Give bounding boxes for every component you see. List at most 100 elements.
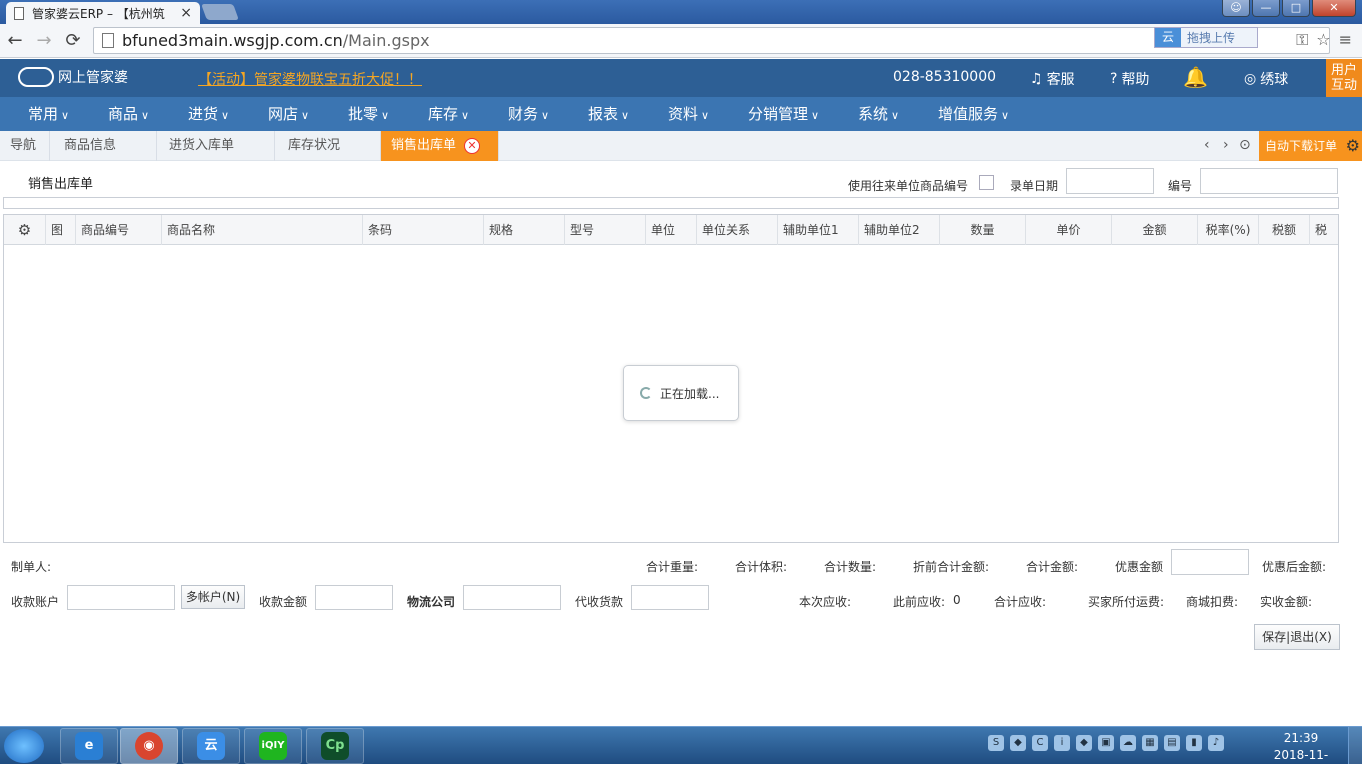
receive-amount-input[interactable] <box>315 585 393 610</box>
clock[interactable]: 21:39 2018-11-29 <box>1268 730 1334 764</box>
taskbar-captivate[interactable]: Cp <box>306 728 364 764</box>
user-interaction-button[interactable]: 用户 互动 <box>1326 59 1362 97</box>
tab-purchase-receipt[interactable]: 进货入库单 <box>159 131 275 161</box>
tab-navigation[interactable]: 导航 <box>0 131 50 161</box>
taskbar-iqiyi[interactable]: iQIY <box>244 728 302 764</box>
nav-item-reports[interactable]: 报表 ∨ <box>588 97 629 131</box>
forward-icon[interactable]: → <box>32 29 56 53</box>
nav-label: 财务 <box>508 105 539 123</box>
service-link[interactable]: ♫ 客服 <box>1030 69 1075 89</box>
prev-tab-icon[interactable]: ‹ <box>1204 137 1210 153</box>
nav-label: 常用 <box>28 105 59 123</box>
save-exit-button[interactable]: 保存|退出(X) <box>1254 624 1340 650</box>
network-icon[interactable]: ▮ <box>1186 735 1202 751</box>
use-partner-code-checkbox[interactable] <box>979 175 994 190</box>
tray-icon[interactable]: C <box>1032 735 1048 751</box>
nav-item-data[interactable]: 资料 ∨ <box>668 97 709 131</box>
column-header[interactable]: 辅助单位1 <box>778 215 859 245</box>
nav-item-common[interactable]: 常用 ∨ <box>28 97 69 131</box>
nav-item-eshop[interactable]: 网店 ∨ <box>268 97 309 131</box>
discount-amount-input[interactable] <box>1171 549 1249 575</box>
column-header[interactable]: 辅助单位2 <box>859 215 940 245</box>
url-host: bfuned3main.wsgjp.com.cn <box>122 31 343 50</box>
nav-item-goods[interactable]: 商品 ∨ <box>108 97 149 131</box>
tray-icon[interactable]: ◆ <box>1076 735 1092 751</box>
nav-item-value-added[interactable]: 增值服务 ∨ <box>938 97 1009 131</box>
tab-sales-delivery[interactable]: 销售出库单 ✕ <box>381 131 499 161</box>
column-header[interactable]: 税率(%) <box>1198 215 1259 245</box>
column-header[interactable]: 图 <box>46 215 76 245</box>
start-button[interactable] <box>4 729 44 763</box>
tray-icon[interactable]: ▣ <box>1098 735 1114 751</box>
help-label: 帮助 <box>1121 72 1150 88</box>
nav-item-distribution[interactable]: 分销管理 ∨ <box>748 97 819 131</box>
logistics-company-input[interactable] <box>463 585 561 610</box>
nav-item-purchase[interactable]: 进货 ∨ <box>188 97 229 131</box>
tab-goods-info[interactable]: 商品信息 <box>54 131 157 161</box>
nav-item-wholesale[interactable]: 批零 ∨ <box>348 97 389 131</box>
gear-icon[interactable]: ⚙ <box>1346 131 1360 161</box>
window-controls: ☺ — □ ✕ <box>1220 0 1356 17</box>
grid-settings-icon[interactable]: ⚙ <box>4 215 46 245</box>
close-window-button[interactable]: ✕ <box>1312 0 1356 17</box>
tab-stock-status[interactable]: 库存状况 <box>278 131 381 161</box>
number-input[interactable] <box>1200 168 1338 194</box>
browser-tab[interactable]: 管家婆云ERP – 【杭州筑 × <box>6 2 200 24</box>
star-icon[interactable]: ☆ <box>1316 30 1330 50</box>
new-tab-button[interactable] <box>201 4 239 20</box>
captivate-icon: Cp <box>321 732 349 760</box>
tray-icon[interactable]: ◆ <box>1010 735 1026 751</box>
volume-icon[interactable]: ♪ <box>1208 735 1224 751</box>
tray-icon[interactable]: S <box>988 735 1004 751</box>
taskbar-ie[interactable]: e <box>60 728 118 764</box>
tray-icon[interactable]: ▤ <box>1164 735 1180 751</box>
column-header[interactable]: 金额 <box>1112 215 1198 245</box>
close-icon[interactable]: ✕ <box>464 138 481 154</box>
receive-account-input[interactable] <box>67 585 175 610</box>
close-tab-icon[interactable]: × <box>180 5 192 21</box>
column-header[interactable]: 条码 <box>363 215 484 245</box>
profile-icon[interactable]: ☺ <box>1222 0 1250 17</box>
column-header[interactable]: 税额 <box>1259 215 1310 245</box>
user-box-line1: 用户 <box>1330 63 1357 78</box>
back-icon[interactable]: ← <box>3 29 27 53</box>
column-header[interactable]: 规格 <box>484 215 565 245</box>
help-icon: ? <box>1110 71 1118 87</box>
bell-icon[interactable]: 🔔 <box>1183 65 1208 89</box>
reload-icon[interactable]: ⟳ <box>61 29 85 53</box>
help-link[interactable]: ? 帮助 <box>1110 69 1149 89</box>
column-header[interactable]: 税 <box>1310 215 1338 245</box>
next-tab-icon[interactable]: › <box>1223 137 1229 153</box>
minimize-button[interactable]: — <box>1252 0 1280 17</box>
url-field[interactable]: bfuned3main.wsgjp.com.cn/Main.gspx <box>93 27 1330 54</box>
multi-account-button[interactable]: 多帐户(N) <box>181 585 245 609</box>
promo-link[interactable]: 【活动】管家婆物联宝五折大促！！ <box>198 69 422 89</box>
maximize-button[interactable]: □ <box>1282 0 1310 17</box>
menu-icon[interactable]: ≡ <box>1339 30 1352 50</box>
cod-amount-input[interactable] <box>631 585 709 610</box>
tray-icon[interactable]: ▦ <box>1142 735 1158 751</box>
column-header[interactable]: 商品编号 <box>76 215 162 245</box>
show-desktop-button[interactable] <box>1348 727 1362 764</box>
nav-item-system[interactable]: 系统 ∨ <box>858 97 899 131</box>
nav-item-inventory[interactable]: 库存 ∨ <box>428 97 469 131</box>
user-menu[interactable]: ◎ 绣球 <box>1244 69 1288 89</box>
entry-date-input[interactable] <box>1066 168 1154 194</box>
auto-download-orders-button[interactable]: 自动下载订单 ⚙ <box>1259 131 1362 161</box>
taskbar-baidu-cloud[interactable]: 云 <box>182 728 240 764</box>
column-header[interactable]: 型号 <box>565 215 646 245</box>
cloud-upload-button[interactable]: 云 拖拽上传 <box>1154 27 1258 48</box>
tray-icon[interactable]: i <box>1054 735 1070 751</box>
nav-item-finance[interactable]: 财务 ∨ <box>508 97 549 131</box>
column-header[interactable]: 单位 <box>646 215 697 245</box>
key-icon[interactable]: ⚿ <box>1296 30 1308 50</box>
column-header[interactable]: 商品名称 <box>162 215 363 245</box>
column-header[interactable]: 数量 <box>940 215 1026 245</box>
column-header[interactable]: 单价 <box>1026 215 1112 245</box>
tray-icon[interactable]: ☁ <box>1120 735 1136 751</box>
tab-list-icon[interactable]: ⊙ <box>1239 137 1251 153</box>
total-volume-label: 合计体积: <box>735 560 788 574</box>
column-header[interactable]: 单位关系 <box>697 215 778 245</box>
taskbar-chrome[interactable]: ◉ <box>120 728 178 764</box>
total-receivable-label: 合计应收: <box>994 595 1047 609</box>
